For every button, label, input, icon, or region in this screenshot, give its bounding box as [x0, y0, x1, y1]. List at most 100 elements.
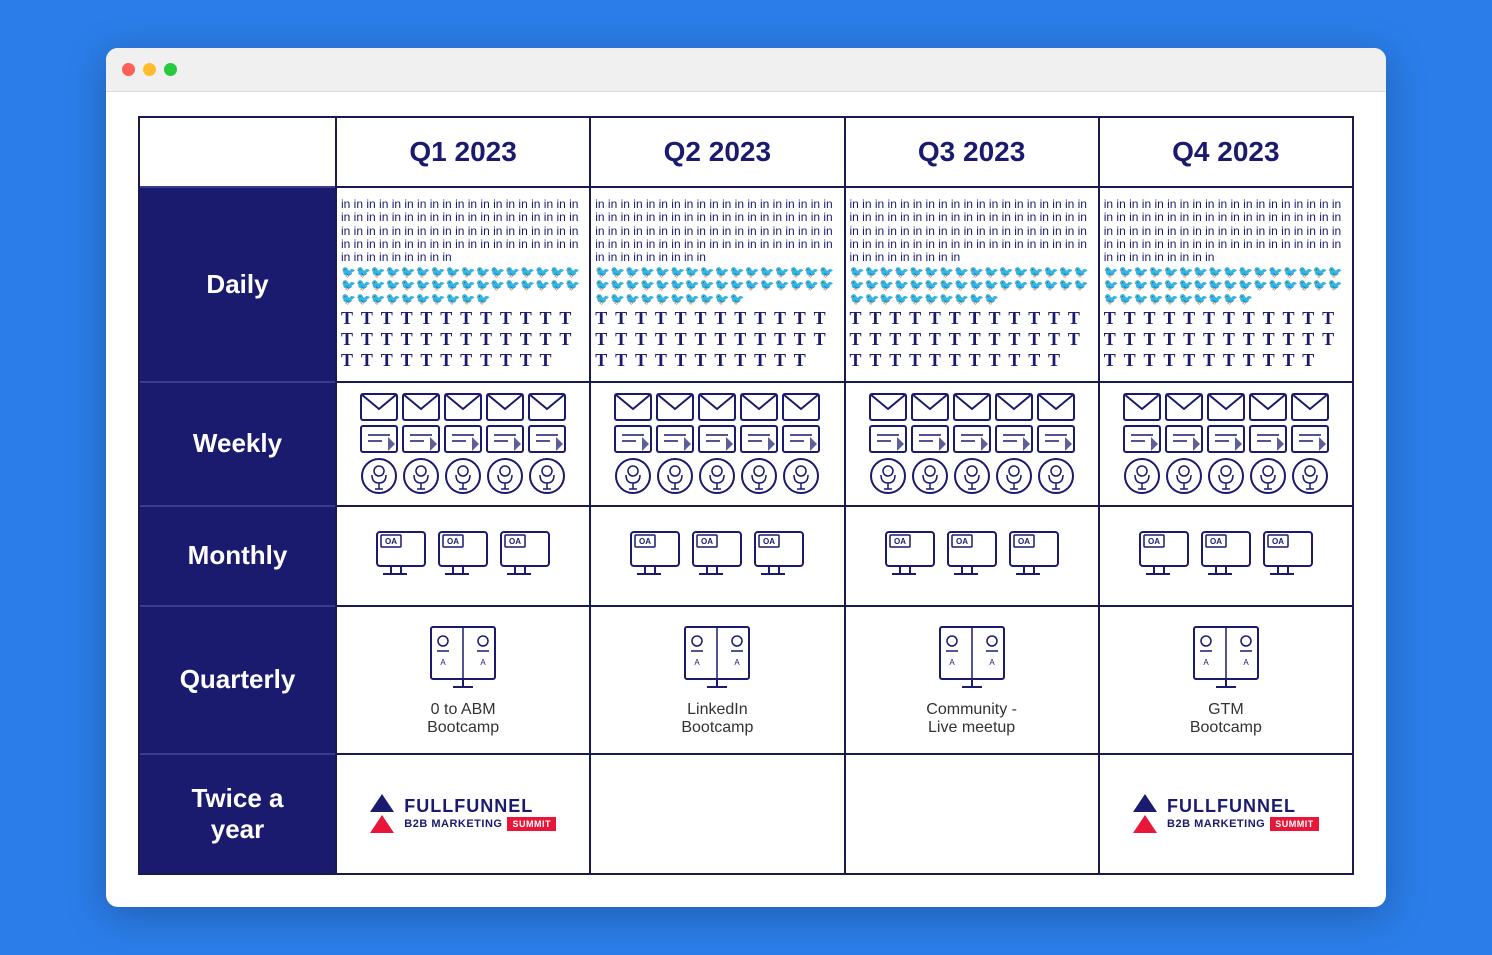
daily-q3: in in in in in in in in in in in in in i…: [844, 186, 1098, 381]
fullfunnel-name: FULLFUNNEL: [404, 796, 556, 817]
webinar-icon: OA: [435, 530, 491, 582]
titlebar: [106, 48, 1386, 92]
close-dot[interactable]: [122, 63, 135, 76]
quarterly-q1-text: 0 to ABM Bootcamp: [427, 701, 499, 737]
svg-text:A: A: [1243, 658, 1249, 667]
minimize-dot[interactable]: [143, 63, 156, 76]
twice-q3: [844, 753, 1098, 873]
ff-text-q1: FULLFUNNEL B2B MARKETING SUMMIT: [404, 796, 556, 831]
podcast-row-q1: [360, 457, 566, 495]
bootcamp-book-icon: A A: [1186, 623, 1266, 693]
quarterly-q3-subtitle: Live meetup: [926, 719, 1017, 737]
svg-text:A: A: [1203, 658, 1209, 667]
podcast-icon: [782, 457, 820, 495]
twitter-icon-row-4: 🐦🐦🐦🐦🐦🐦🐦🐦🐦🐦🐦🐦🐦🐦🐦🐦🐦🐦🐦🐦🐦🐦🐦🐦🐦🐦🐦🐦🐦🐦🐦🐦🐦🐦🐦🐦🐦🐦🐦🐦…: [1104, 266, 1348, 306]
svg-text:OA: OA: [509, 537, 521, 546]
t-icon-row-4: T T T T T T T T T T T T T T T T T T T T …: [1104, 308, 1348, 371]
header-spacer: [140, 118, 335, 186]
podcast-icon: [1249, 457, 1287, 495]
envelope-icon: [740, 393, 778, 421]
svg-text:OA: OA: [385, 537, 397, 546]
newsletter-icon: [614, 425, 652, 453]
linkedin-icon-3: in in in in in in in in in in in in in i…: [850, 198, 1094, 264]
envelope-icon: [1037, 393, 1075, 421]
webinar-icon: OA: [751, 530, 807, 582]
main-content: Q1 2023 Q2 2023 Q3 2023 Q4 2023 Daily in…: [106, 92, 1386, 907]
ff-arrows-q1: [370, 794, 394, 833]
t-blog-icon-3: T T T T T T T T T T T T T T T T T T T T …: [850, 308, 1094, 371]
newsletter-icon: [953, 425, 991, 453]
podcast-icon: [528, 457, 566, 495]
podcast-icon: [656, 457, 694, 495]
quarterly-q2-content: A A LinkedIn Bootcamp: [677, 623, 757, 737]
newsletter-icon: [486, 425, 524, 453]
linkedin-icon-row-4: in in in in in in in in in in in in in i…: [1104, 198, 1348, 264]
quarterly-q1-subtitle: Bootcamp: [427, 719, 499, 737]
twitter-icon-3: 🐦🐦🐦🐦🐦🐦🐦🐦🐦🐦🐦🐦🐦🐦🐦🐦🐦🐦🐦🐦🐦🐦🐦🐦🐦🐦🐦🐦🐦🐦🐦🐦🐦🐦🐦🐦🐦🐦🐦🐦…: [850, 266, 1094, 306]
weekly-q1-icons: [360, 393, 566, 495]
newsletter-icon: [1207, 425, 1245, 453]
svg-text:OA: OA: [1018, 537, 1030, 546]
newsletter-icon: [869, 425, 907, 453]
monthly-q1: OA OA: [335, 505, 589, 605]
podcast-icon: [1123, 457, 1161, 495]
header-q3: Q3 2023: [844, 118, 1098, 186]
linkedin-icon-row-3: in in in in in in in in in in in in in i…: [850, 198, 1094, 264]
svg-text:OA: OA: [956, 537, 968, 546]
bootcamp-book-icon: A A: [677, 623, 757, 693]
twice-q4: FULLFUNNEL B2B MARKETING SUMMIT: [1098, 753, 1352, 873]
daily-q4: in in in in in in in in in in in in in i…: [1098, 186, 1352, 381]
newsletter-icon: [1123, 425, 1161, 453]
webinar-icon: OA: [627, 530, 683, 582]
ff-text-q4: FULLFUNNEL B2B MARKETING SUMMIT: [1167, 796, 1319, 831]
podcast-icon: [869, 457, 907, 495]
bootcamp-book-icon: A A: [932, 623, 1012, 693]
quarterly-q4: A A GTM Bootcamp: [1098, 605, 1352, 753]
newsletter-icon: [1291, 425, 1329, 453]
envelope-icon: [360, 393, 398, 421]
envelope-icon: [869, 393, 907, 421]
webinar-icon: OA: [689, 530, 745, 582]
quarterly-q3-text: Community - Live meetup: [926, 701, 1017, 737]
fullfunnel-name-2: FULLFUNNEL: [1167, 796, 1319, 817]
row-label-quarterly: Quarterly: [140, 605, 335, 753]
webinar-icon: OA: [497, 530, 553, 582]
podcast-icon: [740, 457, 778, 495]
header-q4: Q4 2023: [1098, 118, 1352, 186]
newsletter-icon: [740, 425, 778, 453]
arrow-bottom-icon: [370, 815, 394, 833]
twitter-icon-row-2: 🐦🐦🐦🐦🐦🐦🐦🐦🐦🐦🐦🐦🐦🐦🐦🐦🐦🐦🐦🐦🐦🐦🐦🐦🐦🐦🐦🐦🐦🐦🐦🐦🐦🐦🐦🐦🐦🐦🐦🐦…: [595, 266, 839, 306]
podcast-icon: [911, 457, 949, 495]
weekly-q1: [335, 381, 589, 505]
maximize-dot[interactable]: [164, 63, 177, 76]
header-q2: Q2 2023: [589, 118, 843, 186]
summit-badge-2: SUMMIT: [1270, 817, 1319, 831]
newsletter-icon: [444, 425, 482, 453]
podcast-icon: [953, 457, 991, 495]
envelope-icon: [698, 393, 736, 421]
webinar-icon: OA: [1260, 530, 1316, 582]
daily-q3-icons: in in in in in in in in in in in in in i…: [850, 194, 1094, 375]
svg-text:OA: OA: [1148, 537, 1160, 546]
t-blog-icon-2: T T T T T T T T T T T T T T T T T T T T …: [595, 308, 839, 371]
twitter-icon-row-1: 🐦🐦🐦🐦🐦🐦🐦🐦🐦🐦🐦🐦🐦🐦🐦🐦🐦🐦🐦🐦🐦🐦🐦🐦🐦🐦🐦🐦🐦🐦🐦🐦🐦🐦🐦🐦🐦🐦🐦🐦…: [341, 266, 585, 306]
bootcamp-book-icon: A A: [423, 623, 503, 693]
arrow-top-icon-2: [1133, 794, 1157, 812]
quarterly-q2: A A LinkedIn Bootcamp: [589, 605, 843, 753]
webinar-icon: OA: [1136, 530, 1192, 582]
twitter-icon-2: 🐦🐦🐦🐦🐦🐦🐦🐦🐦🐦🐦🐦🐦🐦🐦🐦🐦🐦🐦🐦🐦🐦🐦🐦🐦🐦🐦🐦🐦🐦🐦🐦🐦🐦🐦🐦🐦🐦🐦🐦…: [595, 266, 839, 306]
twitter-icon-4: 🐦🐦🐦🐦🐦🐦🐦🐦🐦🐦🐦🐦🐦🐦🐦🐦🐦🐦🐦🐦🐦🐦🐦🐦🐦🐦🐦🐦🐦🐦🐦🐦🐦🐦🐦🐦🐦🐦🐦🐦…: [1104, 266, 1348, 306]
arrow-bottom-icon-2: [1133, 815, 1157, 833]
webinar-icon: OA: [373, 530, 429, 582]
header-q1: Q1 2023: [335, 118, 589, 186]
newsletter-icon: [995, 425, 1033, 453]
podcast-icon: [1037, 457, 1075, 495]
row-label-daily: Daily: [140, 186, 335, 381]
quarterly-q1: A A 0 to ABM Bootcamp: [335, 605, 589, 753]
webinar-icon: OA: [1006, 530, 1062, 582]
quarterly-q3-title: Community -: [926, 701, 1017, 719]
monthly-q3-icons: OA OA: [882, 530, 1062, 582]
weekly-q2: [589, 381, 843, 505]
svg-text:A: A: [695, 658, 701, 667]
envelope-icon: [486, 393, 524, 421]
